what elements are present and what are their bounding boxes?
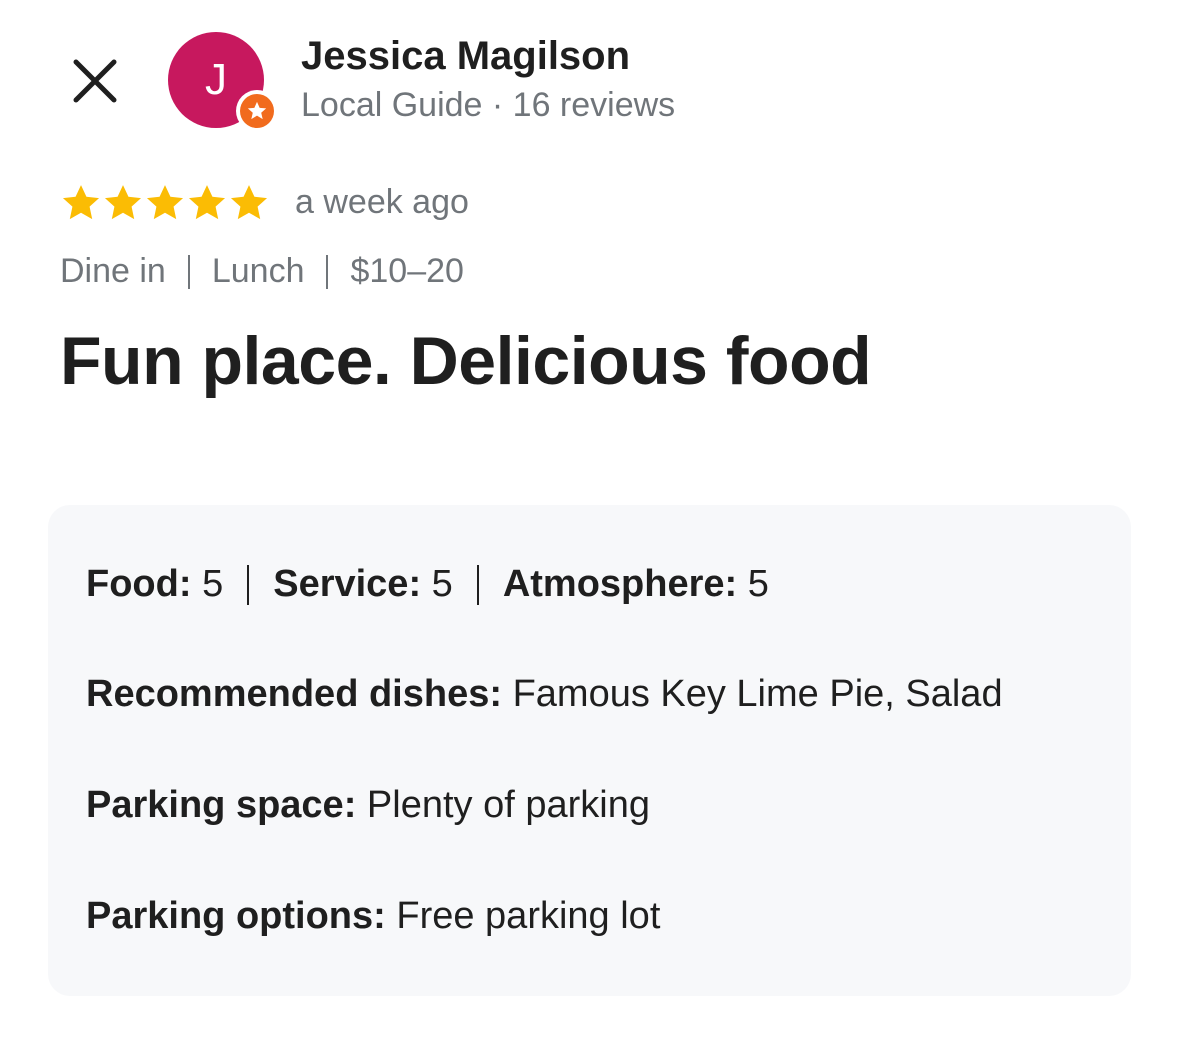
close-button[interactable] [64, 50, 126, 112]
review-headline: Fun place. Delicious food [60, 323, 872, 399]
star-icon [146, 185, 184, 220]
star-rating [60, 182, 270, 224]
service-score-value: 5 [431, 563, 453, 605]
review-tags: Dine in Lunch $10–20 [60, 252, 464, 291]
reviewer-meta: Local Guide · 16 reviews [301, 86, 676, 124]
food-score-value: 5 [202, 563, 224, 605]
star-icon [104, 185, 142, 220]
review-time: a week ago [295, 183, 469, 221]
score-divider [476, 564, 479, 605]
parking-space-label: Parking space: [86, 784, 357, 826]
score-divider [247, 564, 250, 605]
parking-options-label: Parking options: [86, 895, 386, 937]
star-icon [188, 185, 226, 220]
parking-space-row: Parking space: Plenty of parking [86, 784, 650, 827]
tag-dine-in: Dine in [60, 252, 166, 290]
review-details-card: Food: 5 Service: 5 Atmosphere: 5 Recomme… [48, 505, 1131, 996]
star-badge-icon [240, 94, 274, 128]
parking-options-row: Parking options: Free parking lot [86, 895, 660, 938]
parking-space-value: Plenty of parking [366, 784, 650, 826]
recommended-dishes-value: Famous Key Lime Pie, Salad [512, 673, 1003, 715]
score-row: Food: 5 Service: 5 Atmosphere: 5 [86, 563, 769, 606]
local-guide-badge [236, 90, 278, 132]
avatar-initial: J [205, 55, 227, 104]
parking-options-value: Free parking lot [396, 895, 661, 937]
tag-meal: Lunch [211, 252, 305, 290]
tag-divider [326, 254, 329, 289]
atmosphere-score-label: Atmosphere: [502, 563, 738, 605]
reviewer-name[interactable]: Jessica Magilson [301, 34, 630, 79]
tag-divider [187, 254, 190, 289]
recommended-dishes-label: Recommended dishes: [86, 673, 502, 715]
close-icon [73, 59, 117, 103]
food-score-label: Food: [86, 563, 192, 605]
service-score-label: Service: [273, 563, 422, 605]
star-icon [62, 185, 100, 220]
tag-price: $10–20 [350, 252, 464, 290]
recommended-dishes-row: Recommended dishes: Famous Key Lime Pie,… [86, 673, 1003, 716]
atmosphere-score-value: 5 [747, 563, 769, 605]
star-icon [230, 185, 268, 220]
